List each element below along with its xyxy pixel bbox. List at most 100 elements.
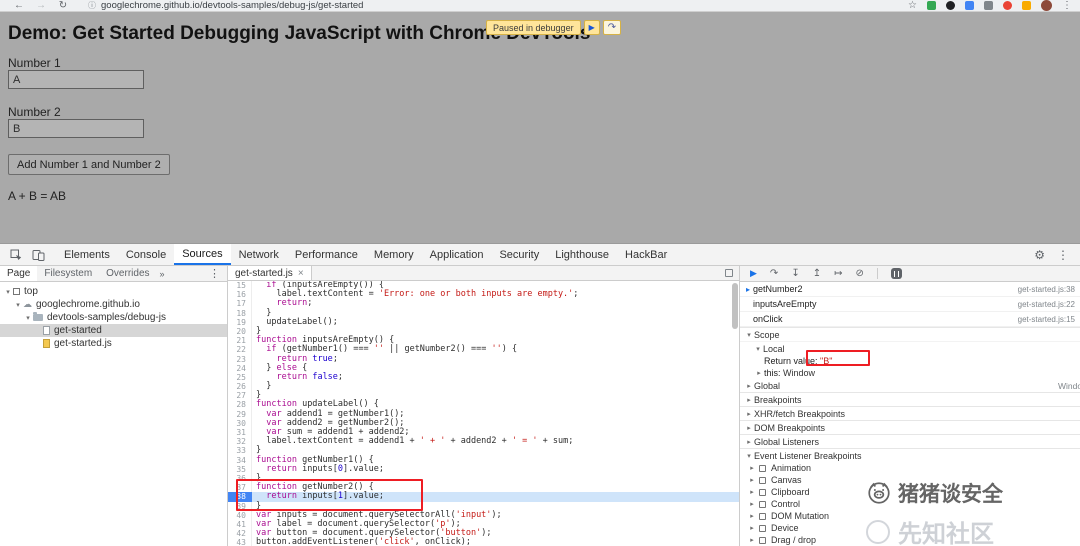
- tab-lighthouse[interactable]: Lighthouse: [547, 244, 617, 265]
- checkbox[interactable]: [759, 488, 766, 496]
- line-number-27[interactable]: 27: [228, 391, 252, 401]
- sidebar-tab-filesystem[interactable]: Filesystem: [37, 266, 99, 281]
- close-tab-icon[interactable]: ×: [298, 268, 304, 279]
- line-number-39[interactable]: 39: [228, 501, 252, 511]
- code-line-19[interactable]: 19 updateLabel();: [228, 317, 739, 327]
- line-number-31[interactable]: 31: [228, 428, 252, 438]
- tree-item-get-started[interactable]: get-started: [0, 324, 227, 337]
- line-number-28[interactable]: 28: [228, 400, 252, 410]
- line-number-37[interactable]: 37: [228, 483, 252, 493]
- step-button[interactable]: ↦: [834, 268, 842, 279]
- scope-local-header[interactable]: ▾ Local: [740, 341, 1080, 355]
- line-number-29[interactable]: 29: [228, 409, 252, 419]
- bookmark-star-icon[interactable]: ☆: [908, 0, 917, 11]
- extension-icon[interactable]: [927, 1, 936, 10]
- tab-elements[interactable]: Elements: [56, 244, 118, 265]
- code-line-32[interactable]: 32 label.textContent = addend1 + ' + ' +…: [228, 437, 739, 447]
- pause-on-exceptions-button[interactable]: [890, 268, 902, 279]
- number1-input[interactable]: [8, 70, 144, 89]
- code-line-26[interactable]: 26 }: [228, 381, 739, 392]
- editor-options-icon[interactable]: [725, 269, 733, 277]
- tab-console[interactable]: Console: [118, 244, 174, 265]
- line-number-25[interactable]: 25: [228, 372, 252, 383]
- tab-network[interactable]: Network: [231, 244, 287, 265]
- tab-security[interactable]: Security: [491, 244, 547, 265]
- settings-gear-icon[interactable]: ⚙: [1034, 248, 1045, 262]
- line-number-35[interactable]: 35: [228, 464, 252, 474]
- editor-scrollbar[interactable]: [732, 283, 738, 329]
- callstack-frame-getnumber2[interactable]: ▸ getNumber2 get-started.js:38: [740, 282, 1080, 297]
- sidebar-tab-overrides[interactable]: Overrides: [99, 266, 156, 281]
- navigator-menu-icon[interactable]: ⋮: [202, 267, 227, 280]
- tree-item-get-started-js[interactable]: get-started.js: [0, 337, 227, 350]
- line-number-36[interactable]: 36: [228, 473, 252, 484]
- line-number-19[interactable]: 19: [228, 317, 252, 327]
- scope-return-value-row[interactable]: Return value: "B": [740, 355, 1080, 367]
- tree-item-top[interactable]: ▾ top: [0, 285, 227, 298]
- line-number-32[interactable]: 32: [228, 437, 252, 447]
- line-number-38[interactable]: 38: [228, 492, 252, 502]
- checkbox[interactable]: [759, 536, 766, 544]
- extension-icon[interactable]: [1022, 1, 1031, 10]
- step-into-button[interactable]: ↧: [791, 268, 799, 279]
- code-line-17[interactable]: 17 return;: [228, 299, 739, 309]
- scope-section-header[interactable]: ▾ Scope: [740, 327, 1080, 341]
- line-number-26[interactable]: 26: [228, 382, 252, 392]
- tab-performance[interactable]: Performance: [287, 244, 366, 265]
- line-number-24[interactable]: 24: [228, 363, 252, 373]
- checkbox[interactable]: [759, 464, 766, 472]
- more-tabs-icon[interactable]: »: [157, 269, 168, 279]
- line-number-16[interactable]: 16: [228, 290, 252, 300]
- browser-menu-icon[interactable]: ⋮: [1062, 0, 1072, 11]
- banner-resume-button[interactable]: ▶: [583, 20, 600, 35]
- line-number-23[interactable]: 23: [228, 354, 252, 364]
- line-number-20[interactable]: 20: [228, 326, 252, 337]
- checkbox[interactable]: [759, 512, 766, 520]
- line-number-34[interactable]: 34: [228, 455, 252, 465]
- section-global-listeners[interactable]: ▸ Global Listeners: [740, 434, 1080, 448]
- section-breakpoints[interactable]: ▸ Breakpoints: [740, 392, 1080, 406]
- tab-sources[interactable]: Sources: [174, 244, 231, 265]
- inspect-element-icon[interactable]: [10, 249, 22, 261]
- profile-avatar[interactable]: [1041, 0, 1052, 11]
- callstack-frame-onclick[interactable]: onClick get-started.js:15: [740, 312, 1080, 327]
- scope-this-row[interactable]: ▸ this: Window: [740, 367, 1080, 379]
- device-toolbar-icon[interactable]: [32, 249, 45, 261]
- scope-global-row[interactable]: ▸ Global Window: [740, 379, 1080, 392]
- checkbox[interactable]: [759, 476, 766, 484]
- extension-icon[interactable]: [965, 1, 974, 10]
- code-line-25[interactable]: 25 return false;: [228, 372, 739, 383]
- deactivate-breakpoints-button[interactable]: ⊘: [855, 268, 863, 279]
- extension-icon[interactable]: [946, 1, 955, 10]
- address-bar-url[interactable]: googlechrome.github.io/devtools-samples/…: [101, 0, 363, 11]
- code-area[interactable]: 15 if (inputsAreEmpty()) {16 label.textC…: [228, 281, 739, 546]
- tab-memory[interactable]: Memory: [366, 244, 422, 265]
- refresh-icon[interactable]: ↻: [52, 0, 74, 11]
- line-number-15[interactable]: 15: [228, 281, 252, 291]
- add-numbers-button[interactable]: Add Number 1 and Number 2: [8, 154, 170, 175]
- resume-script-button[interactable]: ▶: [750, 269, 757, 278]
- section-xhr-fetch-breakpoints[interactable]: ▸ XHR/fetch Breakpoints: [740, 406, 1080, 420]
- line-number-40[interactable]: 40: [228, 510, 252, 520]
- line-number-33[interactable]: 33: [228, 446, 252, 456]
- editor-tab-get-started-js[interactable]: get-started.js ×: [228, 266, 312, 280]
- code-line-35[interactable]: 35 return inputs[0].value;: [228, 464, 739, 474]
- sidebar-tab-page[interactable]: Page: [0, 266, 38, 281]
- devtools-menu-icon[interactable]: ⋮: [1057, 248, 1069, 262]
- line-number-18[interactable]: 18: [228, 308, 252, 318]
- checkbox[interactable]: [759, 500, 766, 508]
- step-out-button[interactable]: ↥: [813, 268, 821, 279]
- tab-application[interactable]: Application: [422, 244, 492, 265]
- line-number-41[interactable]: 41: [228, 519, 252, 530]
- back-icon[interactable]: ←: [8, 0, 30, 11]
- number2-input[interactable]: [8, 119, 144, 138]
- tree-item-googlechrome-github-io[interactable]: ▾ ☁ googlechrome.github.io: [0, 298, 227, 311]
- line-number-30[interactable]: 30: [228, 418, 252, 428]
- extension-icon[interactable]: [1003, 1, 1012, 10]
- tab-hackbar[interactable]: HackBar: [617, 244, 675, 265]
- line-number-42[interactable]: 42: [228, 529, 252, 539]
- tree-item-devtools-samples-debug-js[interactable]: ▾ devtools-samples/debug-js: [0, 311, 227, 324]
- line-number-21[interactable]: 21: [228, 336, 252, 346]
- line-number-22[interactable]: 22: [228, 345, 252, 355]
- event-listener-breakpoints-header[interactable]: ▾ Event Listener Breakpoints: [740, 448, 1080, 462]
